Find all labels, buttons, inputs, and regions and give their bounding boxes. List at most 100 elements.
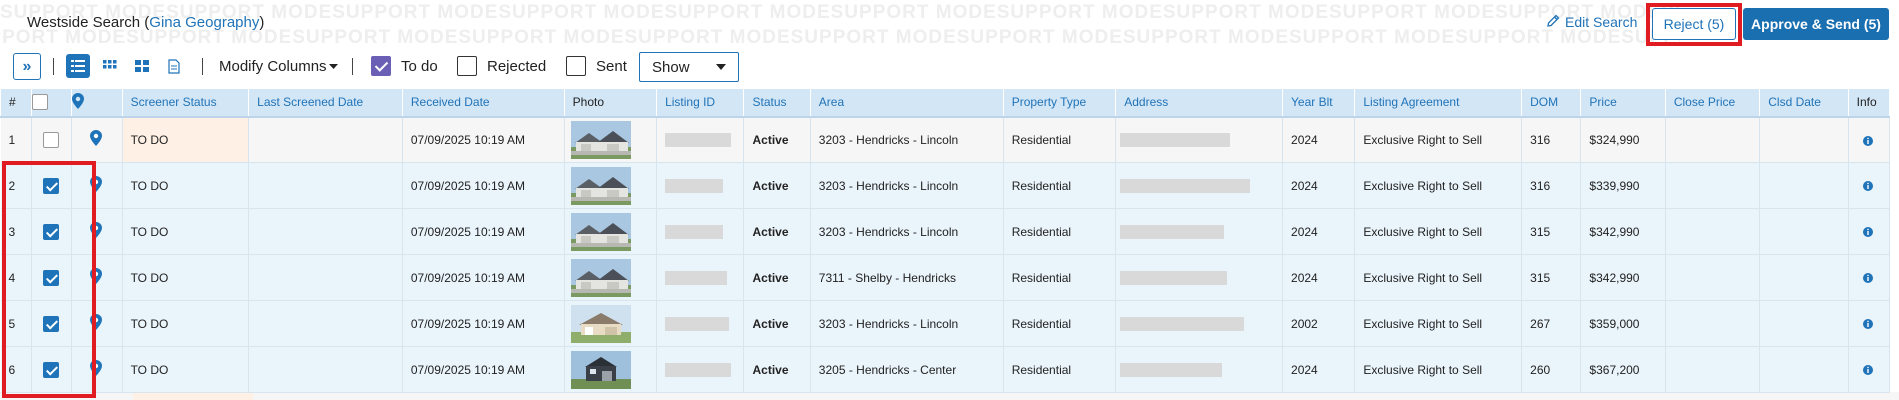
col-header-dom[interactable]: DOM: [1521, 88, 1582, 118]
listing-id-cell[interactable]: [656, 346, 745, 393]
next-row-status-cell: [133, 392, 253, 400]
area-cell: 3203 - Hendricks - Lincoln: [810, 208, 1004, 255]
listing-id-cell[interactable]: [656, 116, 745, 163]
table-row[interactable]: 2 TO DO 07/09/2025 10:19 AM Active 3203 - He…: [0, 162, 1891, 209]
close-price-cell: [1665, 254, 1761, 301]
filter-sent[interactable]: Sent: [566, 56, 627, 76]
close-price-cell: [1665, 208, 1761, 255]
listing-id-cell[interactable]: [656, 162, 745, 209]
property-type-cell: Residential: [1003, 254, 1117, 301]
photo-cell[interactable]: [564, 346, 658, 393]
redacted-address: [1120, 316, 1245, 331]
row-checkbox[interactable]: [43, 131, 60, 148]
sent-checkbox[interactable]: [566, 56, 586, 76]
expand-panel-button[interactable]: »: [13, 53, 41, 80]
col-header-close-price[interactable]: Close Price: [1664, 88, 1761, 118]
info-icon[interactable]: [1863, 365, 1874, 376]
info-cell[interactable]: [1848, 162, 1891, 209]
info-icon[interactable]: [1863, 273, 1874, 284]
row-select-cell[interactable]: [31, 116, 73, 163]
listing-photo[interactable]: [570, 304, 631, 343]
table-row[interactable]: 6 TO DO 07/09/2025 10:19 AM Active 3205 - He…: [0, 346, 1891, 393]
col-header-address[interactable]: Address: [1115, 88, 1284, 118]
listing-photo[interactable]: [570, 212, 631, 251]
reject-button[interactable]: Reject (5): [1652, 8, 1736, 40]
year-built-cell: 2024: [1282, 116, 1356, 163]
col-header-price[interactable]: Price: [1580, 88, 1666, 118]
status-cell: Active: [743, 300, 811, 347]
info-icon[interactable]: [1863, 181, 1874, 192]
closed-date-cell: [1759, 300, 1849, 347]
modify-columns-dropdown[interactable]: Modify Columns: [219, 58, 338, 75]
photo-cell[interactable]: [564, 162, 658, 209]
col-header-area[interactable]: Area: [809, 88, 1004, 118]
price-cell: $367,200: [1580, 346, 1666, 393]
info-cell[interactable]: [1848, 346, 1891, 393]
col-header-listing-id[interactable]: Listing ID: [656, 88, 745, 118]
listing-photo[interactable]: [570, 350, 631, 389]
col-header-last-screened[interactable]: Last Screened Date: [248, 88, 403, 118]
photo-cell[interactable]: [564, 116, 658, 163]
redacted-listing-id: [665, 178, 724, 193]
listing-photo[interactable]: [570, 120, 631, 159]
filter-rejected[interactable]: Rejected: [457, 56, 546, 76]
info-cell[interactable]: [1848, 300, 1891, 347]
approve-send-button[interactable]: Approve & Send (5): [1743, 8, 1889, 40]
todo-checkbox[interactable]: [371, 56, 391, 76]
info-cell[interactable]: [1848, 254, 1891, 301]
received-date-cell: 07/09/2025 10:19 AM: [402, 116, 565, 163]
photo-cell[interactable]: [564, 254, 658, 301]
grid-view-button[interactable]: [98, 54, 122, 78]
filter-todo[interactable]: To do: [371, 56, 438, 76]
toolbar: » Modify Columns To do Rejected Sent Sho…: [0, 50, 1899, 84]
property-type-cell: Residential: [1003, 162, 1117, 209]
table-row[interactable]: 1 TO DO 07/09/2025 10:19 AM Active 3203 - He…: [0, 116, 1891, 163]
modify-columns-label: Modify Columns: [219, 58, 327, 75]
table-row[interactable]: 4 TO DO 07/09/2025 10:19 AM Active 7311 - Sh…: [0, 254, 1891, 301]
edit-search-link[interactable]: Edit Search: [1547, 14, 1637, 30]
info-icon[interactable]: [1863, 319, 1874, 330]
report-view-button[interactable]: [162, 54, 186, 78]
info-icon[interactable]: [1863, 227, 1874, 238]
col-header-closed-date[interactable]: Clsd Date: [1759, 88, 1849, 118]
list-view-button[interactable]: [66, 54, 90, 78]
screener-status-cell: TO DO: [122, 254, 250, 301]
col-header-year-built[interactable]: Year Blt: [1282, 88, 1356, 118]
redacted-listing-id: [665, 224, 724, 239]
col-header-listing-agreement[interactable]: Listing Agreement: [1354, 88, 1523, 118]
address-cell: [1115, 116, 1284, 163]
select-all-checkbox[interactable]: [32, 94, 49, 111]
agent-link[interactable]: Gina Geography: [149, 14, 259, 31]
col-header-property-type[interactable]: Property Type: [1002, 88, 1117, 118]
info-cell[interactable]: [1848, 208, 1891, 255]
last-screened-cell: [248, 208, 403, 255]
table-row[interactable]: 5 TO DO 07/09/2025 10:19 AM Active 3203 - He…: [0, 300, 1891, 347]
col-header-status[interactable]: Status: [743, 88, 811, 118]
toolbar-divider: [53, 58, 54, 75]
listing-id-cell[interactable]: [656, 254, 745, 301]
address-cell: [1115, 254, 1284, 301]
rejected-checkbox[interactable]: [457, 56, 477, 76]
listing-id-cell[interactable]: [656, 300, 745, 347]
tile-view-button[interactable]: [130, 54, 154, 78]
info-icon[interactable]: [1863, 135, 1874, 146]
listing-photo[interactable]: [570, 258, 631, 297]
col-header-screener-status[interactable]: Screener Status: [121, 88, 250, 118]
col-header-select-all[interactable]: [31, 88, 73, 118]
screener-status-cell: TO DO: [122, 300, 250, 347]
listing-id-cell[interactable]: [656, 208, 745, 255]
selected-checkboxes-highlight: [2, 161, 96, 398]
photo-cell[interactable]: [564, 300, 658, 347]
photo-cell[interactable]: [564, 208, 658, 255]
col-header-received-date[interactable]: Received Date: [401, 88, 565, 118]
row-map-cell[interactable]: [71, 116, 123, 163]
area-cell: 3203 - Hendricks - Lincoln: [810, 300, 1004, 347]
last-screened-cell: [248, 162, 403, 209]
received-date-cell: 07/09/2025 10:19 AM: [402, 208, 565, 255]
show-select[interactable]: Show: [639, 52, 739, 82]
info-cell[interactable]: [1848, 116, 1891, 163]
listing-photo[interactable]: [570, 166, 631, 205]
screener-status-cell: TO DO: [122, 346, 250, 393]
table-row[interactable]: 3 TO DO 07/09/2025 10:19 AM Active 3203 - He…: [0, 208, 1891, 255]
caret-down-icon: [716, 64, 726, 70]
